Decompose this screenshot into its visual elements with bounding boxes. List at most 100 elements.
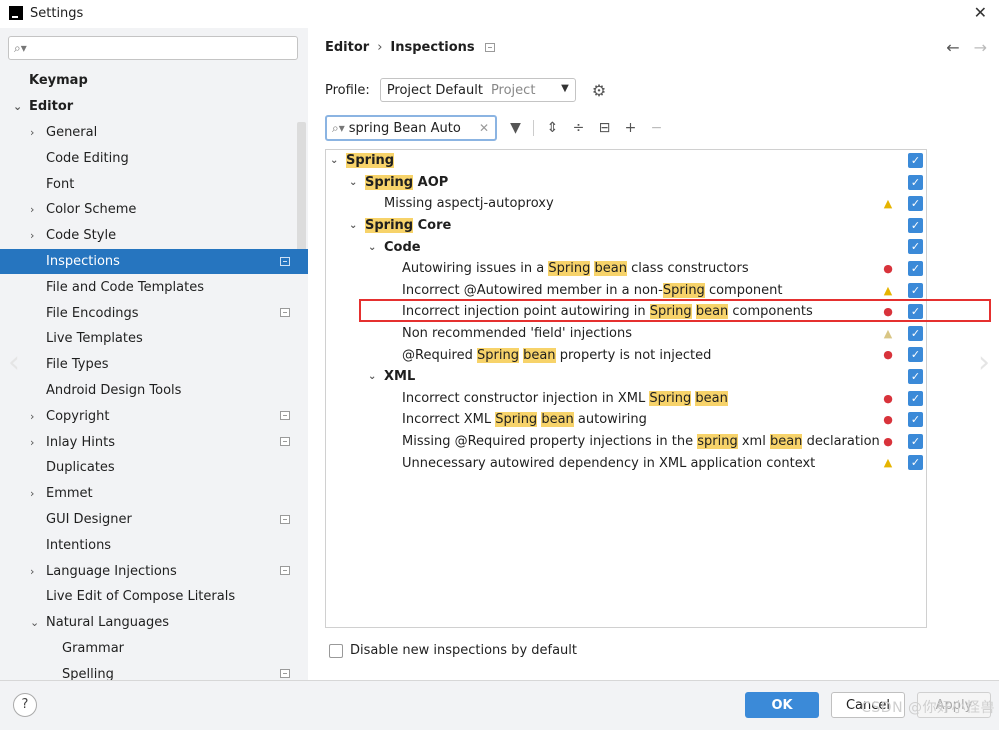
gear-icon[interactable]: ⚙ bbox=[592, 81, 606, 100]
chevron-right-icon[interactable]: › bbox=[30, 410, 34, 423]
chevron-right-icon[interactable]: › bbox=[30, 487, 34, 500]
sidebar-item-general[interactable]: › General bbox=[0, 120, 308, 146]
label-text: property is not injected bbox=[555, 347, 712, 363]
enabled-checkbox[interactable]: ✓ bbox=[908, 153, 923, 168]
disable-new-inspections-option[interactable]: Disable new inspections by default bbox=[329, 643, 577, 658]
chevron-down-icon[interactable]: ⌄ bbox=[349, 220, 357, 231]
tree-group-row[interactable]: ⌄ Spring AOP ✓ bbox=[326, 172, 926, 194]
sidebar-item-copyright[interactable]: › Copyright bbox=[0, 403, 308, 429]
sidebar-item-gui-designer[interactable]: GUI Designer bbox=[0, 507, 308, 533]
sidebar-search-input[interactable]: ⌕▾ bbox=[8, 36, 298, 60]
help-icon[interactable]: ? bbox=[13, 693, 37, 717]
sidebar-item-inlay-hints[interactable]: › Inlay Hints bbox=[0, 429, 308, 455]
chevron-down-icon[interactable]: ⌄ bbox=[349, 177, 357, 188]
breadcrumb-inspections: Inspections bbox=[390, 40, 475, 55]
inspection-row[interactable]: Autowiring issues in a Spring bean class… bbox=[326, 258, 926, 280]
enabled-checkbox[interactable]: ✓ bbox=[908, 368, 923, 384]
inspection-label: Autowiring issues in a Spring bean class… bbox=[402, 261, 749, 277]
sidebar-item-code-style[interactable]: › Code Style bbox=[0, 223, 308, 249]
reset-icon[interactable]: ⊟ bbox=[597, 120, 612, 136]
enabled-checkbox[interactable]: ✓ bbox=[908, 174, 923, 190]
chevron-right-icon[interactable]: › bbox=[30, 203, 34, 216]
sidebar-item-inspections[interactable]: Inspections bbox=[0, 248, 308, 275]
enabled-checkbox[interactable]: ✓ bbox=[908, 217, 923, 233]
chevron-down-icon[interactable]: ⌄ bbox=[330, 155, 338, 166]
profile-dropdown[interactable]: Project Default Project ▼ bbox=[379, 78, 576, 102]
close-icon[interactable]: ✕ bbox=[974, 3, 987, 22]
sidebar-item-language-injections[interactable]: › Language Injections bbox=[0, 558, 308, 584]
enabled-checkbox[interactable]: ✓ bbox=[908, 347, 923, 363]
expand-all-icon[interactable]: ⇕ bbox=[545, 120, 560, 136]
label-text: Non recommended 'field' injections bbox=[402, 326, 633, 342]
sidebar-item-label: File and Code Templates bbox=[46, 279, 204, 295]
project-scope-icon bbox=[280, 308, 290, 318]
sidebar-item-grammar[interactable]: Grammar bbox=[0, 636, 308, 662]
sidebar-item-font[interactable]: Font bbox=[0, 171, 308, 197]
enabled-checkbox[interactable]: ✓ bbox=[908, 260, 923, 276]
label-text: Code bbox=[384, 239, 421, 255]
chevron-right-icon[interactable]: › bbox=[30, 126, 34, 139]
chevron-down-icon[interactable]: ⌄ bbox=[13, 100, 22, 113]
inspection-row[interactable]: Incorrect constructor injection in XML S… bbox=[326, 388, 926, 410]
add-icon[interactable]: + bbox=[623, 120, 638, 136]
enabled-checkbox[interactable]: ✓ bbox=[908, 390, 923, 406]
enabled-checkbox[interactable]: ✓ bbox=[908, 282, 923, 298]
label-text: Unnecessary autowired dependency in XML … bbox=[402, 455, 816, 471]
chevron-right-icon[interactable]: › bbox=[30, 436, 34, 449]
inspection-row[interactable]: Non recommended 'field' injections ▲ ✓ bbox=[326, 323, 926, 345]
project-scope-icon bbox=[280, 669, 290, 679]
inspection-row[interactable]: Incorrect XML Spring bean autowiring ● ✓ bbox=[326, 409, 926, 431]
chevron-right-icon[interactable]: › bbox=[30, 229, 34, 242]
chevron-down-icon[interactable]: ⌄ bbox=[368, 242, 376, 253]
sidebar-item-label: Duplicates bbox=[46, 460, 115, 476]
sidebar-item-duplicates[interactable]: Duplicates bbox=[0, 455, 308, 481]
chevron-down-icon[interactable]: ⌄ bbox=[368, 371, 376, 382]
collapse-all-icon[interactable]: ÷ bbox=[571, 120, 586, 136]
arrow-right-icon[interactable]: → bbox=[974, 38, 987, 57]
sidebar-item-live-templates[interactable]: Live Templates bbox=[0, 326, 308, 352]
sidebar-item-file-encodings[interactable]: File Encodings bbox=[0, 300, 308, 326]
ok-button[interactable]: OK bbox=[745, 692, 819, 718]
chevron-right-icon[interactable]: › bbox=[30, 565, 34, 578]
project-scope-icon bbox=[280, 256, 290, 266]
sidebar-item-file-and-code-templates[interactable]: File and Code Templates bbox=[0, 274, 308, 300]
inspection-row[interactable]: @Required Spring bean property is not in… bbox=[326, 344, 926, 366]
chevron-down-icon[interactable]: ⌄ bbox=[30, 616, 39, 629]
sidebar-item-intentions[interactable]: Intentions bbox=[0, 532, 308, 558]
sidebar-item-keymap[interactable]: Keymap bbox=[0, 68, 308, 94]
disable-new-checkbox[interactable] bbox=[329, 643, 343, 658]
search-match: Spring bbox=[662, 282, 705, 298]
enabled-checkbox[interactable]: ✓ bbox=[908, 325, 923, 341]
sidebar-item-android-design-tools[interactable]: Android Design Tools bbox=[0, 378, 308, 404]
inspection-search-input[interactable]: ⌕▾ spring Bean Auto ✕ bbox=[325, 115, 497, 141]
inspection-label: Incorrect constructor injection in XML S… bbox=[402, 390, 728, 406]
inspection-row[interactable]: Unnecessary autowired dependency in XML … bbox=[326, 452, 926, 474]
sidebar-item-file-types[interactable]: File Types bbox=[0, 352, 308, 378]
enabled-checkbox[interactable]: ✓ bbox=[908, 239, 923, 255]
tree-group-row[interactable]: ⌄ Code ✓ bbox=[326, 236, 926, 258]
sidebar-item-live-edit-of-compose-literals[interactable]: Live Edit of Compose Literals bbox=[0, 584, 308, 610]
arrow-left-icon[interactable]: ← bbox=[946, 38, 959, 57]
inspection-row[interactable]: Missing @Required property injections in… bbox=[326, 431, 926, 453]
breadcrumb-editor[interactable]: Editor bbox=[325, 40, 369, 55]
sidebar-item-spelling[interactable]: Spelling bbox=[0, 661, 308, 680]
sidebar-item-natural-languages[interactable]: ⌄ Natural Languages bbox=[0, 610, 308, 636]
enabled-checkbox[interactable]: ✓ bbox=[908, 455, 923, 471]
enabled-checkbox[interactable]: ✓ bbox=[908, 433, 923, 449]
tree-group-row[interactable]: ⌄ XML ✓ bbox=[326, 366, 926, 388]
sidebar-item-label: Code Editing bbox=[46, 150, 129, 166]
tree-group-row[interactable]: ⌄ Spring ✓ bbox=[326, 150, 926, 172]
sidebar-item-code-editing[interactable]: Code Editing bbox=[0, 145, 308, 171]
label-text: Incorrect XML bbox=[402, 412, 496, 428]
sidebar-item-editor[interactable]: ⌄ Editor bbox=[0, 94, 308, 120]
inspection-row[interactable]: Incorrect @Autowired member in a non-Spr… bbox=[326, 280, 926, 302]
inspection-row[interactable]: Missing aspectj-autoproxy ▲ ✓ bbox=[326, 193, 926, 215]
sidebar-item-color-scheme[interactable]: › Color Scheme bbox=[0, 197, 308, 223]
enabled-checkbox[interactable]: ✓ bbox=[908, 196, 923, 212]
enabled-checkbox[interactable]: ✓ bbox=[908, 412, 923, 428]
tree-group-row[interactable]: ⌄ Spring Core ✓ bbox=[326, 215, 926, 237]
remove-icon[interactable]: − bbox=[649, 120, 664, 136]
sidebar-item-emmet[interactable]: › Emmet bbox=[0, 481, 308, 507]
clear-icon[interactable]: ✕ bbox=[479, 121, 489, 135]
filter-icon[interactable]: ▼ bbox=[508, 120, 523, 136]
